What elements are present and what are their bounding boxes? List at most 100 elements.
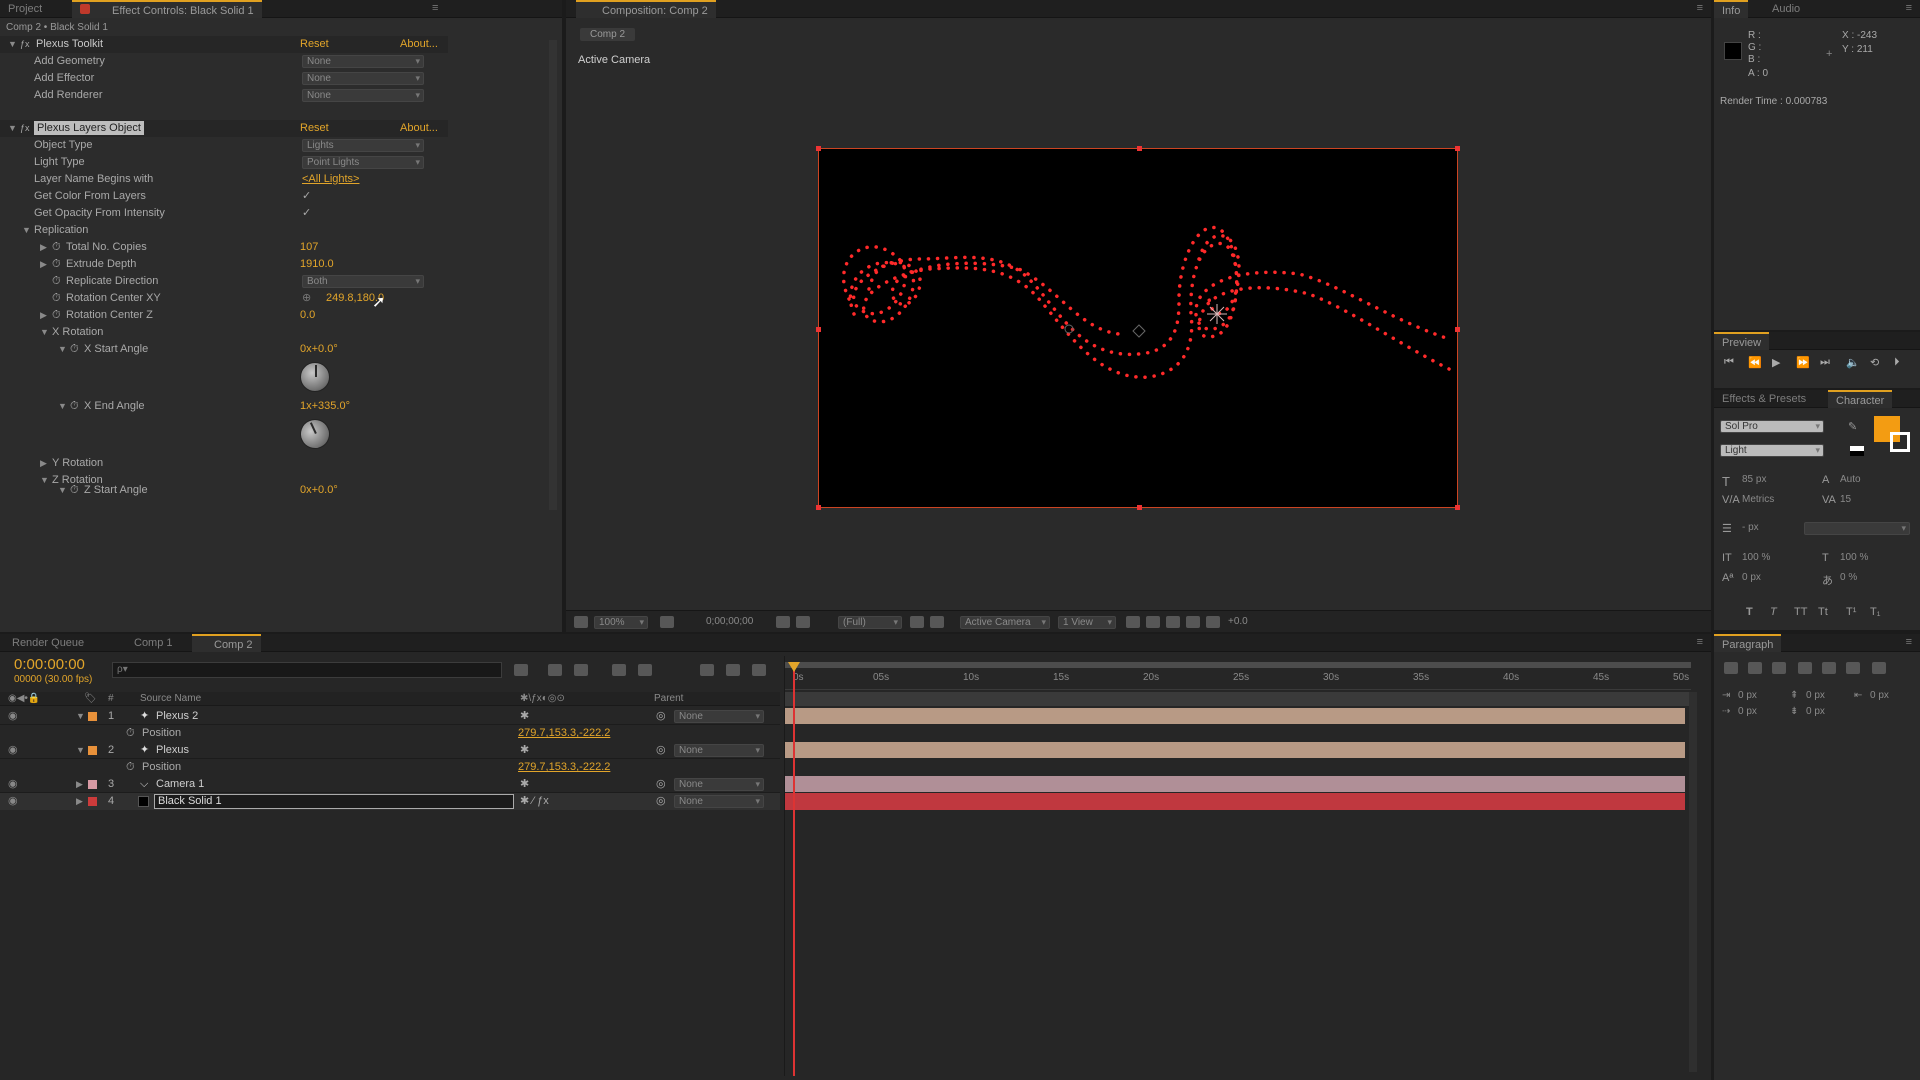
stopwatch-icon[interactable]: ⏱ <box>52 273 61 290</box>
checkbox[interactable]: ✓ <box>302 205 311 222</box>
expand-icon[interactable]: ▶ <box>76 793 83 810</box>
space-after-value[interactable]: 0 px <box>1806 706 1825 717</box>
tsume-value[interactable]: 0 % <box>1840 572 1857 583</box>
tab-comp-1[interactable]: Comp 1 <box>112 634 181 652</box>
navigator-bar[interactable] <box>785 692 1691 706</box>
tab-character[interactable]: Character <box>1828 390 1893 408</box>
replicate-direction-dropdown[interactable]: Both <box>302 275 424 288</box>
exposure-icon[interactable] <box>1206 616 1220 628</box>
effect-name-selected[interactable]: Plexus Layers Object <box>34 121 144 135</box>
position-value[interactable]: 279.7,153.3,-222.2 <box>518 725 610 742</box>
superscript-icon[interactable]: T¹ <box>1846 606 1856 618</box>
expand-icon[interactable]: ▶ <box>40 455 47 472</box>
stopwatch-icon[interactable]: ⏱ <box>70 482 79 499</box>
font-style-dropdown[interactable]: Light <box>1720 444 1824 457</box>
tab-paragraph[interactable]: Paragraph <box>1714 634 1782 652</box>
switch-icon[interactable]: ✱ <box>520 742 529 759</box>
resolution-dropdown[interactable]: (Full) <box>838 616 902 629</box>
timeline-track-area[interactable]: 0s 05s 10s 15s 20s 25s 30s 35s 40s 45s 5… <box>784 656 1697 1076</box>
current-timecode[interactable]: 0:00:00:00 <box>14 656 85 673</box>
prop-value[interactable]: 1910.0 <box>300 256 334 273</box>
draft-3d-icon[interactable] <box>548 664 562 676</box>
edge-handle[interactable] <box>1137 505 1142 510</box>
motion-blur-icon[interactable] <box>638 664 652 676</box>
prev-frame-icon[interactable]: ⏪ <box>1748 356 1762 369</box>
tab-render-queue[interactable]: Render Queue <box>4 634 92 652</box>
audio-icon[interactable]: 🔈 <box>1846 356 1860 369</box>
layer-bar-plexus[interactable] <box>785 742 1685 758</box>
pickwhip-icon[interactable]: ◎ <box>656 742 666 759</box>
time-ruler[interactable]: 0s 05s 10s 15s 20s 25s 30s 35s 40s 45s 5… <box>785 670 1691 690</box>
zoom-dropdown[interactable]: 100% <box>594 616 648 629</box>
stroke-color-swatch[interactable] <box>1890 432 1910 452</box>
fast-preview-icon[interactable] <box>1146 616 1160 628</box>
eyedropper-icon[interactable]: ✎ <box>1848 420 1857 433</box>
position-value[interactable]: 279.7,153.3,-222.2 <box>518 759 610 776</box>
align-center-icon[interactable] <box>1748 662 1762 674</box>
indent-right-value[interactable]: 0 px <box>1870 690 1889 701</box>
small-caps-icon[interactable]: Tt <box>1818 606 1828 618</box>
stopwatch-icon[interactable]: ⏱ <box>52 239 61 256</box>
property-row[interactable]: ⏱ Position 279.7,153.3,-222.2 <box>0 759 780 776</box>
comp-timecode[interactable]: 0;00;00;00 <box>706 616 753 627</box>
expand-icon[interactable]: ▶ <box>40 239 47 256</box>
channel-icon[interactable] <box>796 616 810 628</box>
eye-icon[interactable]: ◉ <box>8 742 18 759</box>
timeline-icon[interactable] <box>1166 616 1180 628</box>
stopwatch-icon[interactable]: ⏱ <box>52 256 61 273</box>
justify-right-icon[interactable] <box>1846 662 1860 674</box>
frame-blending-icon[interactable] <box>612 664 626 676</box>
checkbox[interactable]: ✓ <box>302 188 311 205</box>
layer-name[interactable]: Plexus <box>156 742 189 759</box>
expand-icon[interactable]: ▼ <box>76 742 85 759</box>
layer-row[interactable]: ◉ ▶ 3 ⌵ Camera 1 ✱ ◎ None <box>0 776 780 793</box>
expand-icon[interactable]: ▼ <box>8 120 17 137</box>
eye-icon[interactable]: ◉ <box>8 708 18 725</box>
pickwhip-icon[interactable]: ◎ <box>656 776 666 793</box>
panel-menu-icon[interactable]: ≡ <box>432 2 438 14</box>
live-update-icon[interactable] <box>752 664 766 676</box>
layer-bar-camera-1[interactable] <box>785 776 1685 792</box>
shy-layers-icon[interactable] <box>574 664 588 676</box>
panel-menu-icon[interactable]: ≡ <box>1697 2 1703 14</box>
view-dropdown[interactable]: Active Camera <box>960 616 1050 629</box>
ram-preview-icon[interactable]: ⏵ <box>1894 356 1900 369</box>
tab-effect-controls[interactable]: Effect Controls: Black Solid 1 <box>72 0 262 18</box>
horizontal-scale-value[interactable]: 100 % <box>1840 552 1868 563</box>
work-area-bar[interactable] <box>785 662 1691 668</box>
justify-left-icon[interactable] <box>1798 662 1812 674</box>
layer-search-input[interactable]: ρ▾ <box>112 662 502 678</box>
expand-icon[interactable]: ▼ <box>58 482 67 499</box>
play-icon[interactable]: ▶ <box>1772 356 1780 369</box>
add-geometry-dropdown[interactable]: None <box>302 55 424 68</box>
views-dropdown[interactable]: 1 View <box>1058 616 1116 629</box>
stopwatch-icon[interactable]: ⏱ <box>52 307 61 324</box>
parent-dropdown[interactable]: None <box>674 710 764 723</box>
expand-icon[interactable]: ▼ <box>58 398 67 415</box>
eye-icon[interactable]: ◉ <box>8 776 18 793</box>
exposure-value[interactable]: +0.0 <box>1228 616 1248 627</box>
label-swatch[interactable] <box>88 712 97 721</box>
indent-left-value[interactable]: 0 px <box>1738 690 1757 701</box>
parent-dropdown[interactable]: None <box>674 744 764 757</box>
expand-icon[interactable]: ▼ <box>58 341 67 358</box>
layer-bar-plexus-2[interactable] <box>785 708 1685 724</box>
object-type-dropdown[interactable]: Lights <box>302 139 424 152</box>
align-right-icon[interactable] <box>1772 662 1786 674</box>
tab-info[interactable]: Info <box>1714 0 1749 18</box>
tab-effects-presets[interactable]: Effects & Presets <box>1714 390 1814 408</box>
expand-icon[interactable]: ▶ <box>40 307 47 324</box>
corner-handle[interactable] <box>816 505 821 510</box>
layer-bar-black-solid-1[interactable] <box>785 793 1685 810</box>
corner-handle[interactable] <box>1455 505 1460 510</box>
playhead[interactable] <box>793 666 795 1076</box>
switch-icon[interactable]: ✱ <box>520 708 529 725</box>
pickwhip-icon[interactable]: ◎ <box>656 793 666 810</box>
composition-mini-flowchart-icon[interactable] <box>514 664 528 676</box>
leading-value[interactable]: Auto <box>1840 474 1861 485</box>
safe-zones-icon[interactable] <box>660 616 674 628</box>
about-button[interactable]: About... <box>400 36 438 53</box>
first-line-indent-value[interactable]: 0 px <box>1738 706 1757 717</box>
tab-composition[interactable]: Composition: Comp 2 <box>576 0 716 18</box>
parent-dropdown[interactable]: None <box>674 795 764 808</box>
